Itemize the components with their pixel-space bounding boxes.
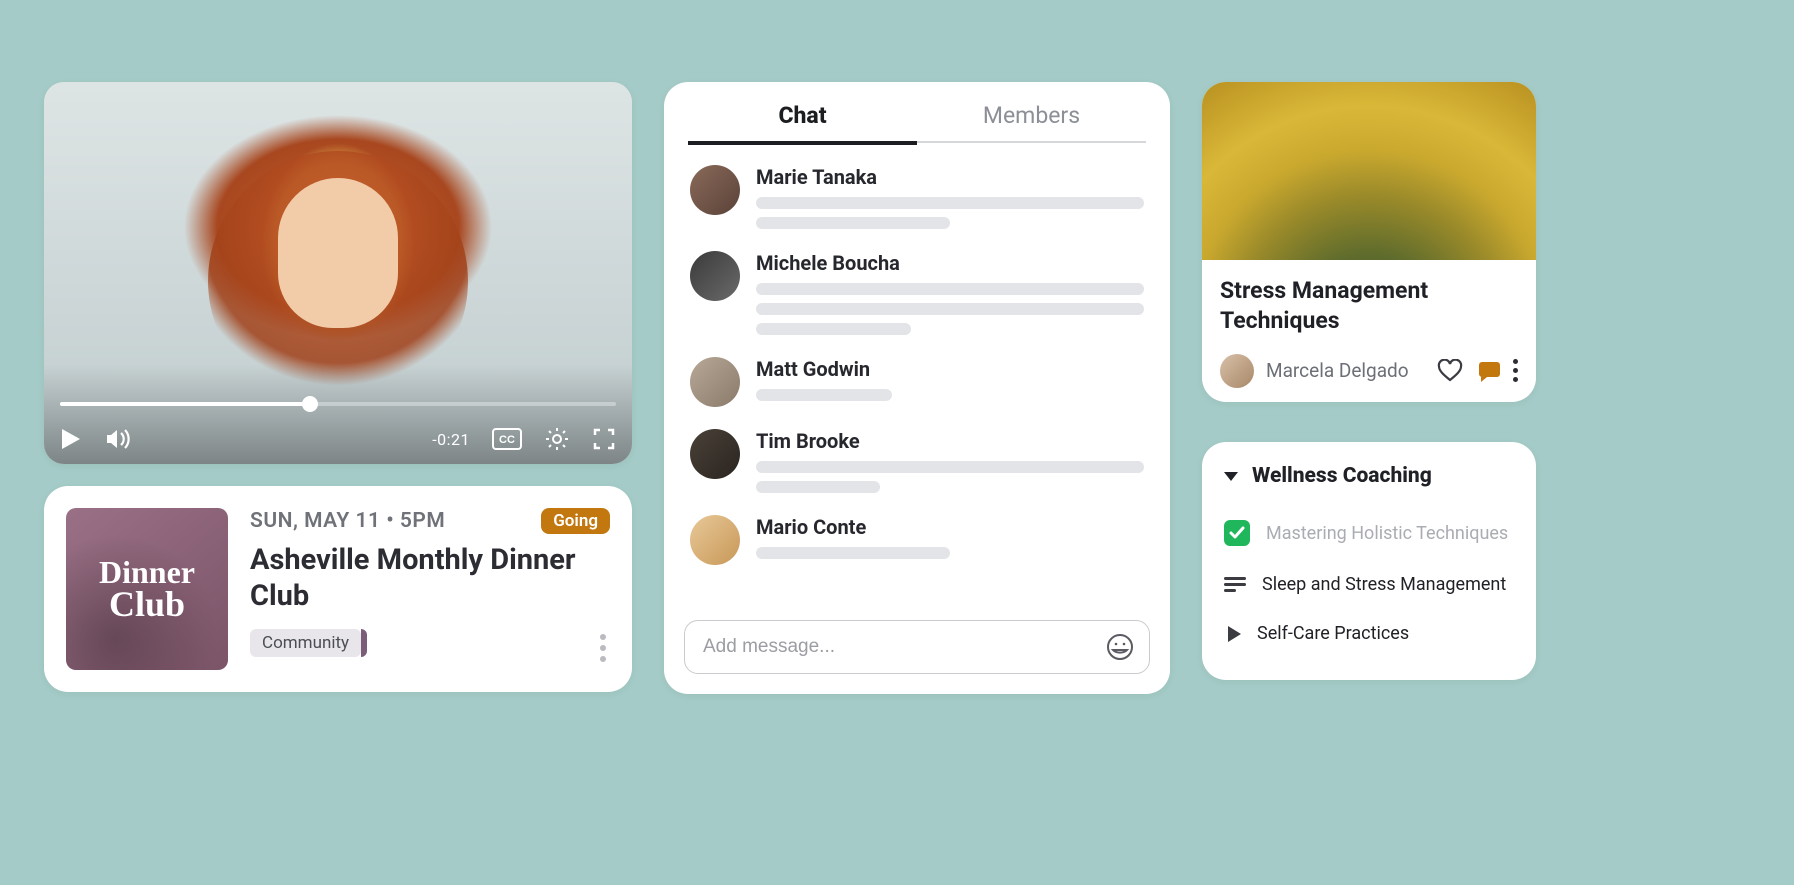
chat-author: Tim Brooke: [756, 429, 1144, 453]
check-icon: [1224, 520, 1250, 546]
captions-icon[interactable]: CC: [492, 428, 522, 450]
avatar[interactable]: [690, 357, 740, 407]
author-avatar[interactable]: [1220, 354, 1254, 388]
event-thumb-line2: Club: [109, 586, 185, 622]
caret-down-icon: [1224, 472, 1238, 481]
comment-icon[interactable]: [1475, 359, 1501, 383]
video-seek-track[interactable]: [60, 402, 616, 406]
emoji-icon[interactable]: [1105, 632, 1135, 662]
avatar[interactable]: [690, 251, 740, 301]
chat-panel: Chat Members Marie Tanaka Michele Boucha: [664, 82, 1170, 694]
article-card[interactable]: Stress Management Techniques Marcela Del…: [1202, 82, 1536, 402]
video-time-remaining: -0:21: [432, 430, 470, 449]
event-tag[interactable]: Community: [250, 629, 361, 657]
chat-message: Mario Conte: [690, 515, 1144, 565]
video-seek-handle[interactable]: [302, 396, 318, 412]
event-rsvp-badge[interactable]: Going: [541, 508, 610, 534]
course-item[interactable]: Sleep and Stress Management: [1224, 560, 1514, 609]
event-card[interactable]: Dinner Club SUN, MAY 11 • 5PM Going Ashe…: [44, 486, 632, 692]
fullscreen-icon[interactable]: [592, 427, 616, 451]
course-section-toggle[interactable]: Wellness Coaching: [1224, 464, 1514, 488]
settings-gear-icon[interactable]: [544, 426, 570, 452]
avatar[interactable]: [690, 515, 740, 565]
play-icon[interactable]: [60, 427, 82, 451]
chat-message: Matt Godwin: [690, 357, 1144, 407]
video-lesson-icon: [1228, 626, 1241, 642]
chat-author: Matt Godwin: [756, 357, 1144, 381]
chat-author: Michele Boucha: [756, 251, 1144, 275]
svg-text:CC: CC: [499, 434, 515, 446]
article-title: Stress Management Techniques: [1220, 276, 1518, 336]
avatar[interactable]: [690, 429, 740, 479]
article-author: Marcela Delgado: [1266, 359, 1425, 382]
course-item-label: Sleep and Stress Management: [1262, 574, 1506, 595]
chat-input[interactable]: [703, 636, 1095, 658]
event-title: Asheville Monthly Dinner Club: [250, 542, 610, 615]
tab-chat[interactable]: Chat: [688, 102, 917, 145]
course-item[interactable]: Self-Care Practices: [1224, 609, 1514, 658]
article-more-icon[interactable]: [1513, 359, 1518, 382]
course-outline-card: Wellness Coaching Mastering Holistic Tec…: [1202, 442, 1536, 680]
avatar[interactable]: [690, 165, 740, 215]
chat-message-list: Marie Tanaka Michele Boucha Matt Godwin: [664, 143, 1170, 608]
text-lesson-icon: [1224, 577, 1246, 592]
course-item-label: Self-Care Practices: [1257, 623, 1409, 644]
event-date: SUN, MAY 11 • 5PM: [250, 509, 445, 533]
chat-input-container: [684, 620, 1150, 674]
course-item[interactable]: Mastering Holistic Techniques: [1224, 506, 1514, 560]
chat-message: Michele Boucha: [690, 251, 1144, 335]
event-more-icon[interactable]: [600, 634, 606, 662]
tab-members[interactable]: Members: [917, 102, 1146, 143]
video-player-card: -0:21 CC: [44, 82, 632, 464]
article-thumbnail: [1202, 82, 1536, 260]
course-item-label: Mastering Holistic Techniques: [1266, 523, 1508, 544]
video-progress-fill: [60, 402, 310, 406]
course-section-title: Wellness Coaching: [1252, 464, 1432, 488]
chat-message: Tim Brooke: [690, 429, 1144, 493]
volume-icon[interactable]: [104, 427, 132, 451]
heart-icon[interactable]: [1437, 359, 1463, 383]
chat-message: Marie Tanaka: [690, 165, 1144, 229]
chat-author: Marie Tanaka: [756, 165, 1144, 189]
chat-author: Mario Conte: [756, 515, 1144, 539]
event-thumbnail: Dinner Club: [66, 508, 228, 670]
